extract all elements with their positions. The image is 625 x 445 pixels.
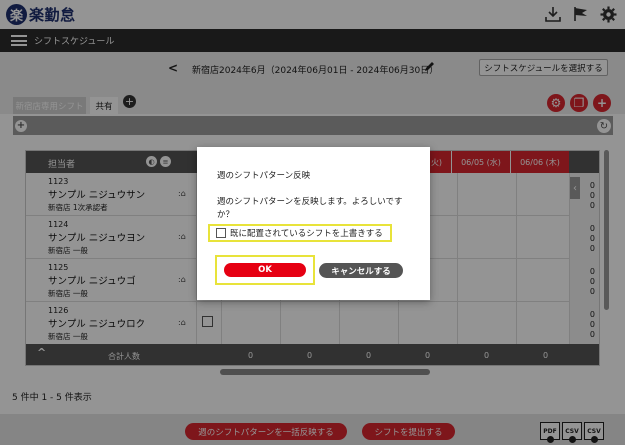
overwrite-checkbox-label[interactable]: 既に配置されているシフトを上書きする bbox=[230, 227, 383, 239]
overwrite-option[interactable]: 既に配置されているシフトを上書きする bbox=[208, 224, 392, 242]
ok-highlight: OK bbox=[215, 255, 315, 285]
cancel-button[interactable]: キャンセルする bbox=[319, 263, 403, 278]
dialog-title: 週のシフトパターン反映 bbox=[217, 171, 311, 181]
ok-button[interactable]: OK bbox=[224, 263, 306, 277]
dialog-message: 週のシフトパターンを反映します。よろしいですか？ bbox=[217, 197, 403, 220]
confirm-dialog: 週のシフトパターン反映 週のシフトパターンを反映します。よろしいですか？ 既に配… bbox=[197, 147, 430, 300]
overwrite-checkbox[interactable] bbox=[216, 228, 226, 238]
